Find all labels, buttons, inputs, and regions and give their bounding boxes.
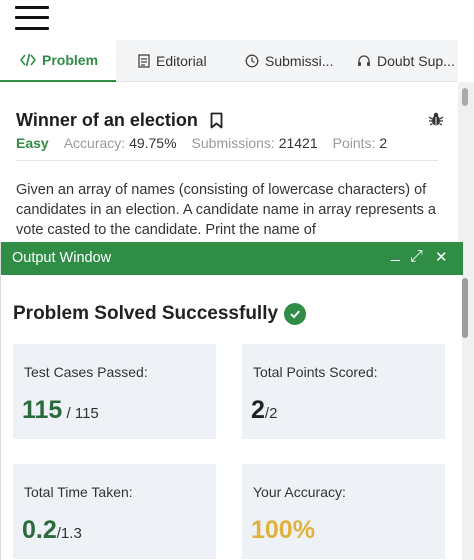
tab-problem[interactable]: Problem — [0, 40, 116, 82]
test-cases-card: Test Cases Passed: 115 / 115 — [13, 344, 216, 439]
accuracy-value: 49.75% — [129, 135, 177, 151]
card-label: Test Cases Passed: — [24, 364, 148, 380]
points-scored-total: /2 — [264, 405, 278, 422]
tab-problem-label: Problem — [42, 52, 99, 68]
scrollbar-thumb-output[interactable] — [462, 278, 468, 338]
bug-report-icon[interactable] — [428, 111, 444, 127]
points-scored-card: Total Points Scored: 2/2 — [242, 344, 445, 439]
solved-status: Problem Solved Successfully — [13, 303, 307, 325]
tab-doubt-label: Doubt Sup... — [377, 53, 455, 69]
bookmark-icon[interactable] — [210, 112, 223, 129]
tab-editorial[interactable]: Editorial — [138, 40, 228, 82]
test-cases-value: 115 / 115 — [22, 396, 99, 424]
close-icon[interactable]: ✕ — [435, 248, 448, 266]
submissions-value: 21421 — [278, 135, 318, 151]
expand-icon[interactable]: ⤢ — [410, 248, 423, 266]
output-window-title: Output Window — [12, 250, 112, 266]
top-bar — [0, 0, 474, 40]
points-value: 2 — [379, 135, 388, 151]
problem-title-row: Winner of an election — [16, 110, 223, 131]
solved-status-text: Problem Solved Successfully — [13, 303, 279, 324]
output-window: Output Window _ ⤢ ✕ Problem Solved Succe… — [0, 242, 463, 560]
problem-meta: Easy Accuracy: 49.75% Submissions: 21421… — [16, 135, 402, 151]
tab-doubt-support[interactable]: Doubt Sup... — [357, 40, 455, 82]
clock-icon — [245, 54, 259, 68]
output-window-header: Output Window _ ⤢ ✕ — [1, 242, 463, 275]
divider — [16, 160, 438, 161]
problem-description: Given an array of names (consisting of l… — [16, 182, 436, 238]
scrollbar-thumb[interactable] — [462, 88, 468, 106]
problem-title: Winner of an election — [16, 110, 198, 130]
difficulty-badge: Easy — [16, 135, 49, 151]
code-icon — [20, 53, 36, 67]
card-label: Total Points Scored: — [253, 364, 378, 380]
card-label: Your Accuracy: — [253, 484, 346, 500]
points-scored-value: 2/2 — [251, 396, 278, 424]
accuracy-label: Accuracy: — [63, 135, 126, 151]
check-circle-icon — [284, 303, 307, 325]
time-taken-total: /1.3 — [56, 525, 82, 542]
minimize-icon[interactable]: _ — [391, 245, 400, 263]
accuracy-card: Your Accuracy: 100% — [242, 464, 445, 559]
points-label: Points: — [332, 135, 376, 151]
tab-submissions-label: Submissi... — [265, 53, 334, 69]
time-taken-value: 0.2/1.3 — [22, 516, 82, 544]
your-accuracy-value: 100% — [251, 516, 315, 544]
test-cases-total: / 115 — [62, 405, 99, 422]
submissions-label: Submissions: — [191, 135, 275, 151]
time-taken-card: Total Time Taken: 0.2/1.3 — [13, 464, 216, 559]
headset-icon — [358, 55, 370, 66]
card-label: Total Time Taken: — [24, 484, 133, 500]
tab-editorial-label: Editorial — [156, 53, 207, 69]
hamburger-icon[interactable] — [15, 4, 49, 32]
document-icon — [138, 54, 150, 68]
problem-tabs: Problem Editorial Submissi... Doubt Sup.… — [0, 40, 458, 82]
tab-submissions[interactable]: Submissi... — [245, 40, 335, 82]
